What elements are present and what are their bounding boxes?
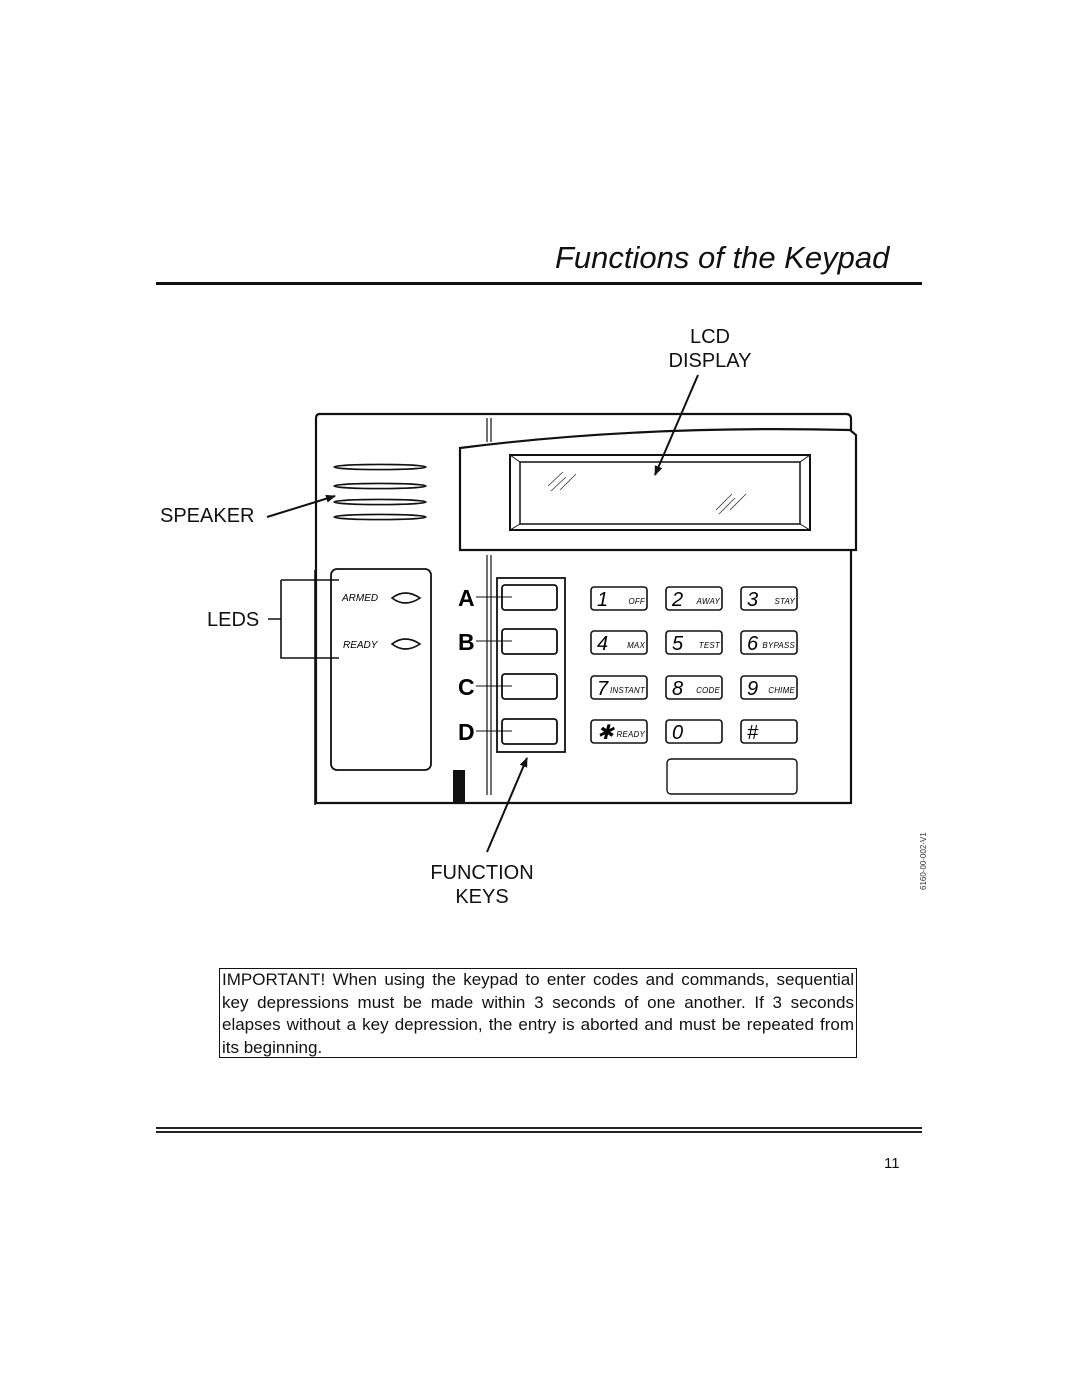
housing-tab — [453, 770, 465, 803]
key-function-label: INSTANT — [610, 686, 646, 695]
key-9[interactable]: 9 CHIME — [740, 675, 798, 700]
led-label: ARMED — [341, 593, 378, 604]
key-number: 6 — [747, 633, 759, 655]
led-ready: READY — [343, 638, 422, 651]
leds-bracket — [268, 579, 339, 659]
function-key-letter: C — [458, 674, 475, 700]
function-key-letter: B — [458, 629, 475, 655]
function-key-b[interactable]: B — [458, 628, 558, 655]
key-number: 2 — [671, 589, 683, 611]
key-number: 4 — [597, 633, 608, 655]
key-number: 3 — [747, 589, 758, 611]
footer-rule — [156, 1127, 922, 1129]
speaker-grille — [333, 463, 427, 521]
key-number: 5 — [672, 633, 684, 655]
key-7[interactable]: 7 INSTANT — [590, 675, 648, 700]
function-key-group — [496, 577, 566, 753]
key-8[interactable]: 8 CODE — [665, 675, 723, 700]
key-number: 1 — [597, 589, 608, 611]
function-key-c[interactable]: C — [458, 673, 558, 700]
blank-label-strip — [666, 758, 798, 795]
key-number: 9 — [747, 678, 758, 700]
key-0[interactable]: 0 — [665, 719, 723, 744]
key-3[interactable]: 3 STAY — [740, 586, 798, 611]
key-function-label: READY — [616, 730, 645, 739]
led-armed: ARMED — [341, 592, 422, 604]
function-keys-arrow — [486, 757, 528, 853]
key-number: 8 — [672, 678, 683, 700]
function-key-letter: A — [458, 585, 475, 611]
key-1[interactable]: 1 OFF — [590, 586, 648, 611]
key-number: 7 — [597, 678, 609, 700]
function-key-letter: D — [458, 719, 475, 745]
key-pound[interactable]: # — [740, 719, 798, 744]
key-2[interactable]: 2 AWAY — [665, 586, 723, 611]
key-4[interactable]: 4 MAX — [590, 630, 648, 655]
page-number: 11 — [884, 1155, 900, 1172]
important-note: IMPORTANT! When using the keypad to ente… — [219, 968, 857, 1058]
key-function-label: CHIME — [768, 686, 795, 695]
key-number: ✱ — [597, 722, 615, 744]
keypad-diagram: ARMED READY ABCD 1 OFF 2 AWAY 3 STAY 4 MAX 5 TEST… — [266, 374, 858, 853]
key-function-label: STAY — [774, 597, 795, 606]
key-function-label: TEST — [699, 641, 721, 650]
key-number: 0 — [672, 722, 683, 744]
led-label: READY — [343, 640, 379, 651]
speaker-arrow — [266, 494, 336, 518]
key-star[interactable]: ✱ READY — [590, 719, 648, 744]
key-function-label: BYPASS — [762, 641, 795, 650]
function-key-d[interactable]: D — [458, 718, 558, 745]
key-function-label: CODE — [696, 686, 720, 695]
key-function-label: OFF — [628, 597, 646, 606]
footer-rule — [156, 1131, 922, 1133]
key-number: # — [747, 722, 759, 744]
key-6[interactable]: 6 BYPASS — [740, 630, 798, 655]
key-function-label: AWAY — [696, 597, 721, 606]
key-function-label: MAX — [627, 641, 645, 650]
led-indicator-icon — [390, 638, 422, 650]
key-5[interactable]: 5 TEST — [665, 630, 723, 655]
led-indicator-icon — [390, 592, 422, 604]
function-key-a[interactable]: A — [458, 584, 558, 611]
